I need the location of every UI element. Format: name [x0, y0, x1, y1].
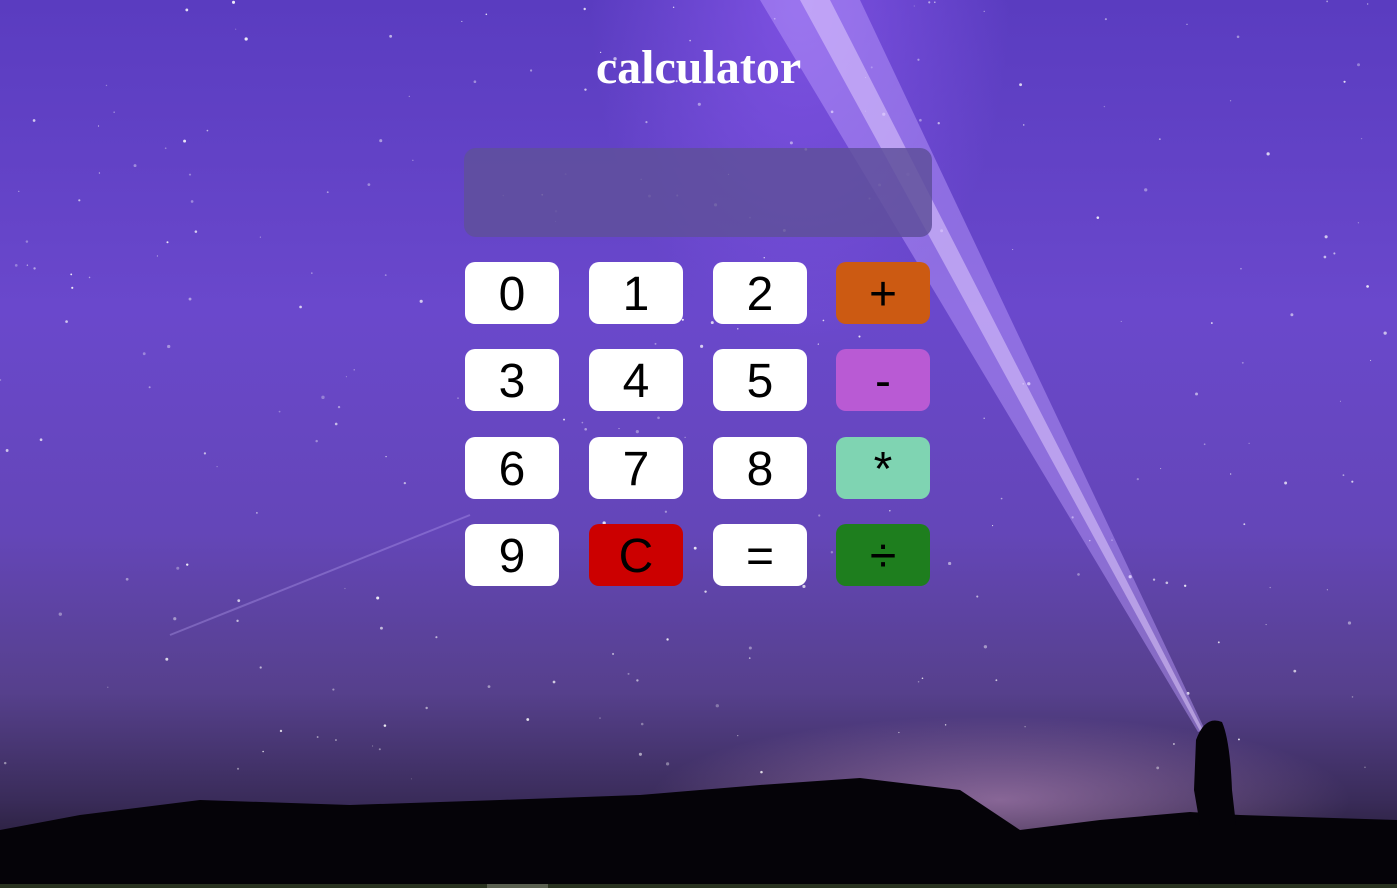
button-9[interactable]: 9 [465, 524, 559, 586]
button-plus[interactable]: + [836, 262, 930, 324]
calculator-display [464, 148, 932, 237]
button-1[interactable]: 1 [589, 262, 683, 324]
button-6[interactable]: 6 [465, 437, 559, 499]
scrollbar-thumb[interactable] [487, 884, 548, 888]
horizontal-scrollbar[interactable] [0, 884, 1397, 888]
button-divide[interactable]: ÷ [836, 524, 930, 586]
button-2[interactable]: 2 [713, 262, 807, 324]
button-7[interactable]: 7 [589, 437, 683, 499]
night-sky-background [0, 0, 1397, 888]
button-4[interactable]: 4 [589, 349, 683, 411]
button-3[interactable]: 3 [465, 349, 559, 411]
button-equals[interactable]: = [713, 524, 807, 586]
button-multiply[interactable]: * [836, 437, 930, 499]
button-minus[interactable]: - [836, 349, 930, 411]
button-clear[interactable]: C [589, 524, 683, 586]
page-title: calculator [595, 41, 802, 94]
button-8[interactable]: 8 [713, 437, 807, 499]
button-5[interactable]: 5 [713, 349, 807, 411]
button-0[interactable]: 0 [465, 262, 559, 324]
